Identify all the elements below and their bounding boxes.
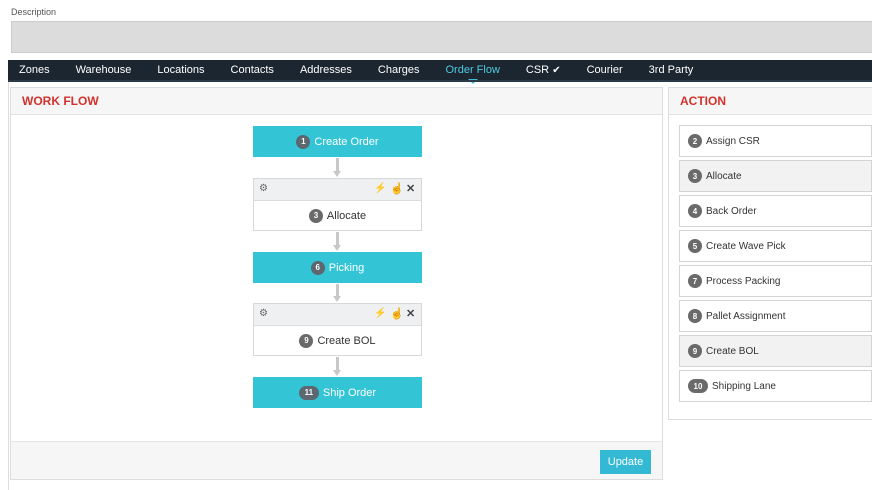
workflow-node-label: Create Order <box>314 135 379 148</box>
workflow-node-picking[interactable]: 6 Picking <box>253 252 422 283</box>
action-item-label: Allocate <box>706 170 742 182</box>
flow-arrow <box>333 232 341 251</box>
tab-csr[interactable]: CSR ✔ <box>526 60 561 80</box>
step-number-badge: 11 <box>298 385 319 400</box>
step-number-badge: 2 <box>688 134 702 148</box>
action-item-label: Process Packing <box>706 275 781 287</box>
update-button[interactable]: Update <box>600 450 651 474</box>
workflow-node-allocate[interactable]: ⚙ ⚡ ☝ ✕ 3 Allocate <box>253 178 422 231</box>
action-item-label: Assign CSR <box>706 135 760 147</box>
action-item-process-packing[interactable]: 7 Process Packing <box>679 265 872 297</box>
step-number-badge: 3 <box>688 169 702 183</box>
workflow-node-label: Create BOL <box>317 334 376 347</box>
workflow-panel: WORK FLOW 1 Create Order ⚙ ⚡ ☝ ✕ 3 Alloc… <box>10 87 663 480</box>
step-number-badge: 9 <box>299 333 314 348</box>
step-number-badge: 7 <box>688 274 702 288</box>
description-input[interactable] <box>11 21 872 53</box>
close-icon[interactable]: ✕ <box>406 182 415 195</box>
tab-bar: Zones Warehouse Locations Contacts Addre… <box>8 60 872 84</box>
workflow-title: WORK FLOW <box>11 88 662 115</box>
action-item-label: Shipping Lane <box>712 380 776 392</box>
flow-arrow <box>333 284 341 302</box>
action-item-label: Create Wave Pick <box>706 240 786 252</box>
tab-contacts[interactable]: Contacts <box>231 60 274 80</box>
tab-addresses[interactable]: Addresses <box>300 60 352 80</box>
action-item-allocate[interactable]: 3 Allocate <box>679 160 872 192</box>
workflow-node-label: Allocate <box>326 209 367 222</box>
plug-icon[interactable]: ⚡ <box>374 308 386 319</box>
action-item-shipping-lane[interactable]: 10 Shipping Lane <box>679 370 872 402</box>
step-number-badge: 3 <box>308 208 323 223</box>
step-number-badge: 6 <box>310 260 325 275</box>
workflow-node-label: Picking <box>328 261 365 274</box>
close-icon[interactable]: ✕ <box>406 307 415 320</box>
gear-icon[interactable]: ⚙ <box>259 183 268 194</box>
flow-arrow <box>333 158 341 177</box>
plug-icon[interactable]: ⚡ <box>374 183 386 194</box>
step-number-badge: 9 <box>688 344 702 358</box>
tab-divider <box>8 80 872 82</box>
thumbs-up-icon[interactable]: ☝ <box>390 307 404 320</box>
tab-courier[interactable]: Courier <box>587 60 623 80</box>
action-item-create-bol[interactable]: 9 Create BOL <box>679 335 872 367</box>
action-item-label: Create BOL <box>706 345 759 357</box>
check-icon: ✔ <box>552 65 561 76</box>
step-number-badge: 4 <box>688 204 702 218</box>
tab-charges[interactable]: Charges <box>378 60 420 80</box>
workflow-footer: Update <box>11 441 662 479</box>
content-left-border <box>8 82 9 490</box>
action-panel: ACTION 2 Assign CSR 3 Allocate 4 Back Or… <box>668 87 872 420</box>
action-item-back-order[interactable]: 4 Back Order <box>679 195 872 227</box>
action-item-pallet-assignment[interactable]: 8 Pallet Assignment <box>679 300 872 332</box>
step-number-badge: 1 <box>296 134 311 149</box>
tab-warehouse[interactable]: Warehouse <box>76 60 132 80</box>
action-item-label: Pallet Assignment <box>706 310 786 322</box>
description-label: Description <box>11 7 57 17</box>
workflow-node-ship-order[interactable]: 11 Ship Order <box>253 377 422 408</box>
tab-3rd-party[interactable]: 3rd Party <box>649 60 694 80</box>
description-section: Description <box>0 0 872 60</box>
workflow-node-label: Ship Order <box>322 386 377 399</box>
step-number-badge: 8 <box>688 309 702 323</box>
flow-arrow <box>333 357 341 376</box>
tab-zones[interactable]: Zones <box>19 60 50 80</box>
tab-locations[interactable]: Locations <box>157 60 204 80</box>
tab-order-flow[interactable]: Order Flow <box>446 60 500 84</box>
step-number-badge: 5 <box>688 239 702 253</box>
node-toolbar: ⚙ ⚡ ☝ ✕ <box>254 304 421 326</box>
step-number-badge: 10 <box>688 379 708 393</box>
workflow-node-create-order[interactable]: 1 Create Order <box>253 126 422 157</box>
gear-icon[interactable]: ⚙ <box>259 308 268 319</box>
action-item-create-wave-pick[interactable]: 5 Create Wave Pick <box>679 230 872 262</box>
workflow-node-create-bol[interactable]: ⚙ ⚡ ☝ ✕ 9 Create BOL <box>253 303 422 356</box>
node-toolbar: ⚙ ⚡ ☝ ✕ <box>254 179 421 201</box>
thumbs-up-icon[interactable]: ☝ <box>390 182 404 195</box>
action-item-label: Back Order <box>706 205 757 217</box>
action-item-assign-csr[interactable]: 2 Assign CSR <box>679 125 872 157</box>
action-title: ACTION <box>669 88 872 115</box>
